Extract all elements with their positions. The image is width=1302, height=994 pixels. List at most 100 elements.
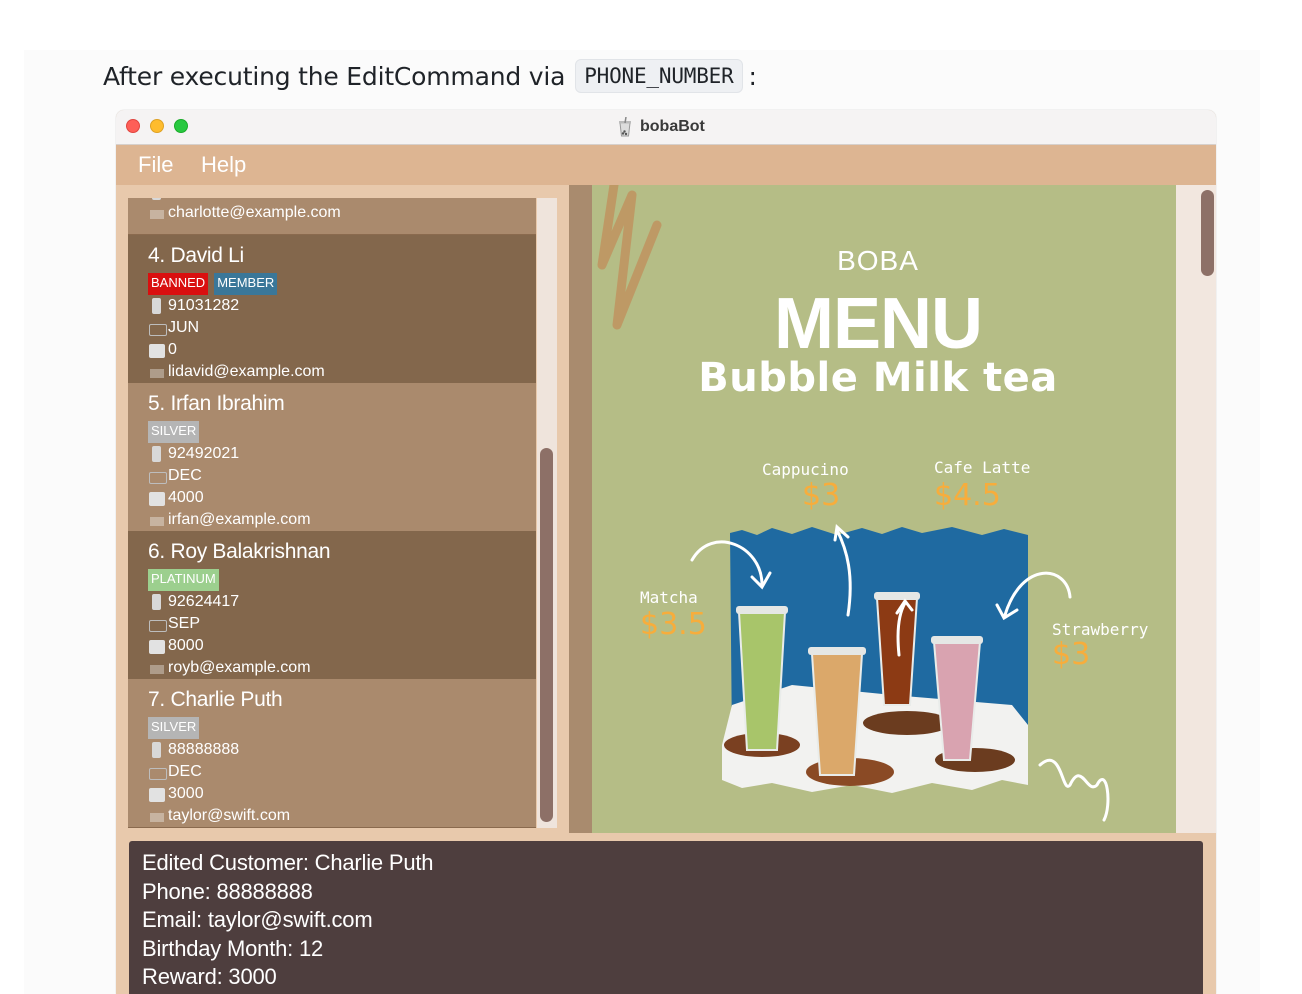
calendar-icon (148, 319, 168, 337)
customer-phone-text: 92624417 (168, 593, 240, 610)
result-line: Phone: 88888888 (142, 878, 313, 904)
detail-scrollbar-track[interactable] (1198, 185, 1216, 833)
phone-icon (148, 741, 168, 759)
mail-icon (148, 659, 168, 677)
tag-badge: SILVER (148, 421, 200, 443)
title-bar[interactable]: bobaBot (116, 110, 1216, 145)
mail-icon (148, 204, 168, 222)
mail-icon (148, 363, 168, 381)
customer-email: royb@example.com (148, 657, 536, 679)
window-title: bobaBot (616, 115, 705, 139)
customer-name: 4. David Li (148, 244, 244, 267)
customer-card[interactable]: 4. David Li BANNED MEMBER 91031282 JUN 0… (128, 235, 536, 383)
calendar-icon (148, 615, 168, 633)
result-line: Edited Customer: Charlie Puth (142, 850, 434, 875)
poster-headline: MENU (774, 284, 983, 364)
close-window-button[interactable] (126, 119, 140, 133)
customer-email: irfan@example.com (148, 509, 536, 531)
customer-tags: SILVER (148, 717, 536, 739)
result-line: Email: taylor@swift.com (142, 907, 373, 932)
customer-reward-text: 0 (168, 341, 177, 358)
customer-birthday-text: SEP (168, 615, 201, 632)
gift-icon (148, 785, 168, 803)
list-scrollbar-thumb[interactable] (540, 448, 553, 822)
customer-phone: 92492021 (148, 443, 536, 465)
gift-icon (148, 489, 168, 507)
customer-phone: 88888888 (148, 739, 536, 761)
customer-reward: 4000 (148, 487, 536, 509)
customer-list[interactable]: 12345 charlotte@example.com 4. David Li … (128, 198, 536, 828)
poster-item-name: Cappucino (762, 460, 849, 479)
customer-birthday-text: DEC (168, 467, 202, 484)
customer-email-text: irfan@example.com (168, 511, 311, 528)
tag-badge: MEMBER (214, 273, 278, 295)
customer-birthday-text: DEC (168, 763, 202, 780)
menu-poster-image: BOBA MENU Bubble Milk tea Cappucino $3 C… (592, 185, 1176, 833)
customer-phone: 92624417 (148, 591, 536, 613)
gift-icon (148, 637, 168, 655)
caption-text: After executing the EditCommand via (103, 61, 566, 91)
customer-reward-text: 3000 (168, 785, 204, 802)
customer-tags: SILVER (148, 421, 536, 443)
calendar-icon (148, 467, 168, 485)
caption: After executing the EditCommand via PHON… (103, 56, 757, 96)
customer-phone: 12345 (148, 198, 536, 201)
customer-phone-text: 92492021 (168, 445, 240, 462)
phone-icon (148, 445, 168, 463)
detail-scrollbar-thumb[interactable] (1201, 190, 1214, 276)
mail-icon (148, 511, 168, 529)
poster-brand: BOBA (837, 245, 919, 276)
customer-reward-text: 4000 (168, 489, 204, 506)
customer-birthday-text: JUN (168, 319, 200, 336)
gift-icon (148, 341, 168, 359)
poster-item-price: $3.5 (640, 607, 707, 642)
phone-icon (148, 198, 168, 201)
customer-card[interactable]: 7. Charlie Puth SILVER 88888888 DEC 3000… (128, 679, 536, 827)
customer-birthday: DEC (148, 761, 536, 783)
customer-tags: PLATINUM (148, 569, 536, 591)
customer-reward: 8000 (148, 635, 536, 657)
customer-card[interactable]: 6. Roy Balakrishnan PLATINUM 92624417 SE… (128, 531, 536, 679)
calendar-icon (148, 763, 168, 781)
app-window: bobaBot File Help 12345 charlotte@exampl… (116, 110, 1216, 994)
customer-birthday: SEP (148, 613, 536, 635)
customer-birthday: JUN (148, 317, 536, 339)
customer-phone-text: 91031282 (168, 297, 240, 314)
customer-email-text: charlotte@example.com (168, 204, 341, 221)
menu-file[interactable]: File (138, 152, 173, 178)
customer-reward: 0 (148, 339, 536, 361)
customer-phone: 91031282 (148, 295, 536, 317)
customer-email: lidavid@example.com (148, 361, 536, 383)
maximize-window-button[interactable] (174, 119, 188, 133)
menu-help[interactable]: Help (201, 152, 246, 178)
customer-name: 6. Roy Balakrishnan (148, 540, 331, 563)
poster-item-name: Cafe Latte (934, 458, 1031, 477)
minimize-window-button[interactable] (150, 119, 164, 133)
poster-item-price: $3 (802, 478, 841, 513)
result-line: Reward: 3000 (142, 964, 277, 989)
customer-reward-text: 8000 (168, 637, 204, 654)
customer-tags: BANNED MEMBER (148, 273, 536, 295)
customer-name: 7. Charlie Puth (148, 688, 283, 711)
customer-name: 5. Irfan Ibrahim (148, 392, 285, 415)
customer-phone-text: 88888888 (168, 741, 240, 758)
customer-email-text: royb@example.com (168, 659, 311, 676)
customer-email-text: lidavid@example.com (168, 363, 325, 380)
caption-code: PHONE_NUMBER (575, 59, 743, 93)
poster-item-name: Matcha (640, 588, 698, 607)
result-line: Birthday Month: 12 (142, 935, 324, 961)
tag-badge: SILVER (148, 717, 200, 739)
customer-card[interactable]: 5. Irfan Ibrahim SILVER 92492021 DEC 400… (128, 383, 536, 531)
phone-icon (148, 593, 168, 611)
customer-birthday: DEC (148, 465, 536, 487)
caption-colon: : (748, 61, 757, 91)
tag-badge: PLATINUM (148, 569, 219, 591)
boba-app-icon (619, 117, 631, 137)
customer-email-text: taylor@swift.com (168, 807, 291, 824)
poster-subtitle: Bubble Milk tea (698, 355, 1058, 401)
phone-icon (148, 297, 168, 315)
result-display: Edited Customer: Charlie Puth Phone: 888… (129, 841, 1203, 994)
customer-card[interactable]: 12345 charlotte@example.com (128, 198, 536, 234)
poster-item-price: $3 (1052, 637, 1091, 672)
menu-bar: File Help (116, 145, 1216, 185)
